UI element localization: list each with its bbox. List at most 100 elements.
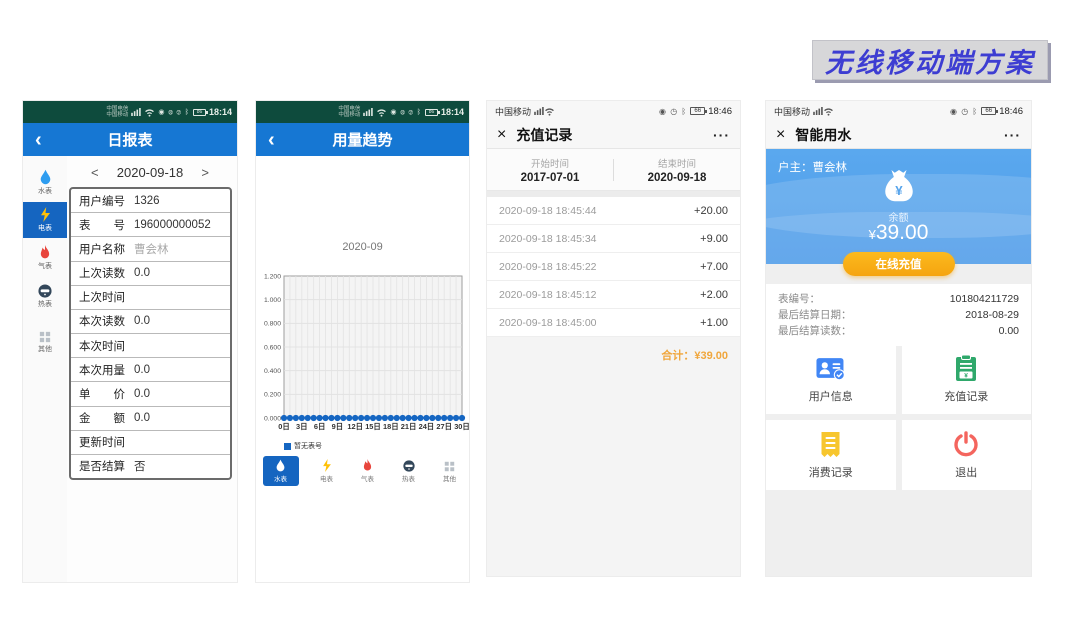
sidebar-item-gas[interactable]: 气表	[23, 240, 67, 276]
row-label: 表 号	[79, 217, 125, 233]
tile-label: 消费记录	[809, 464, 853, 480]
table-row: 用户编号1326	[71, 189, 230, 213]
online-recharge-button[interactable]: 在线充值	[843, 252, 955, 276]
sidebar-item-water[interactable]: 水表	[23, 164, 67, 200]
carrier-2: 中国移动	[106, 112, 128, 118]
wifi-icon	[823, 107, 834, 116]
tab-electric[interactable]: 电表	[314, 456, 340, 486]
start-date-label: 开始时间	[531, 156, 569, 170]
signal-icon	[131, 108, 141, 116]
row-value: 196000000052	[134, 219, 211, 231]
info-label: 表编号：	[778, 291, 820, 307]
svg-text:0.800: 0.800	[264, 321, 281, 328]
total-value: ¥39.00	[694, 350, 728, 362]
tile-label: 充值记录	[944, 388, 988, 404]
tile-recharge-records[interactable]: ¥ 充值记录	[902, 344, 1032, 414]
balance-card: 户主：曹会林 ¥ 余额 ¥39.00	[766, 149, 1031, 264]
record-row: 2020-09-18 18:45:44+20.00	[487, 197, 740, 225]
record-time: 2020-09-18 18:45:22	[499, 261, 597, 273]
table-row: 表 号 196000000052	[71, 213, 230, 237]
tile-exit[interactable]: 退出	[902, 420, 1032, 490]
tab-water[interactable]: 水表	[263, 456, 299, 486]
record-amount: +20.00	[694, 205, 728, 217]
record-row: 2020-09-18 18:45:22+7.00	[487, 253, 740, 281]
svg-text:15日: 15日	[365, 422, 381, 431]
tile-consumption-records[interactable]: 消费记录	[766, 420, 896, 490]
table-row: 本次时间	[71, 334, 230, 358]
battery-icon: 66	[690, 107, 705, 115]
svg-text:21日: 21日	[401, 422, 417, 431]
svg-text:6日: 6日	[314, 422, 326, 431]
records-footer: 合计：¥39.00	[487, 337, 740, 552]
balance-amount: 39.00	[876, 221, 929, 244]
tile-user-info[interactable]: 用户信息	[766, 344, 896, 414]
signal-icon	[363, 108, 373, 116]
close-icon[interactable]: ×	[776, 123, 785, 147]
end-date-label: 结束时间	[658, 156, 696, 170]
tab-heat[interactable]: 热表	[396, 457, 422, 486]
total-label: 合计：	[661, 350, 694, 362]
status-time: 18:14	[209, 107, 232, 117]
heat-meter-icon	[38, 284, 52, 298]
signal-icon	[813, 107, 823, 115]
tab-other[interactable]: 其他	[437, 458, 463, 486]
row-value: 0.0	[134, 315, 150, 327]
carrier-labels: 中国电信 中国移动	[106, 106, 128, 118]
sidebar-label: 电表	[38, 223, 52, 233]
table-row: 上次读数0.0	[71, 262, 230, 286]
app-header: ‹ 用量趋势	[256, 123, 469, 156]
svg-text:0.200: 0.200	[264, 392, 281, 399]
carrier-labels: 中国电信 中国移动	[338, 106, 360, 118]
next-date-button[interactable]: >	[197, 165, 213, 180]
battery-icon: 86	[425, 109, 438, 116]
svg-text:0日: 0日	[278, 422, 290, 431]
prev-date-button[interactable]: <	[87, 165, 103, 180]
row-label: 用户名称	[79, 241, 125, 257]
row-value: 0.0	[134, 412, 150, 424]
money-bag-wrap: ¥	[766, 169, 1031, 205]
trend-body: 2020-09 0.0000.2000.4000.6000.8001.0001.…	[256, 156, 469, 583]
record-amount: +1.00	[700, 317, 728, 329]
yen-sign: ¥	[869, 227, 876, 242]
meter-type-tabs: 水表 电表 气表 热表 其他	[256, 456, 469, 486]
table-row: 更新时间	[71, 431, 230, 455]
info-label: 最后结算日期：	[778, 307, 852, 323]
slide-title: 无线移动端方案	[825, 41, 1035, 80]
svg-text:3日: 3日	[296, 422, 308, 431]
water-drop-icon	[39, 169, 52, 185]
sidebar-item-electric[interactable]: 电表	[23, 202, 67, 238]
sidebar-item-other[interactable]: 其他	[23, 324, 67, 360]
carrier-2: 中国移动	[338, 112, 360, 118]
legend-swatch	[284, 443, 291, 450]
tile-label: 用户信息	[809, 388, 853, 404]
more-menu-icon[interactable]: ···	[1004, 127, 1021, 143]
row-value: 0.0	[134, 388, 150, 400]
app-header: × 智能用水 ···	[766, 121, 1031, 149]
row-value: 0.0	[134, 364, 150, 376]
record-time: 2020-09-18 18:45:00	[499, 317, 597, 329]
current-date[interactable]: 2020-09-18	[117, 165, 184, 180]
chart-legend: 暂无表号	[284, 441, 322, 451]
row-value: 1326	[134, 195, 160, 207]
user-info-icon	[815, 355, 847, 382]
sidebar-item-heat[interactable]: 热表	[23, 278, 67, 314]
record-time: 2020-09-18 18:45:34	[499, 233, 597, 245]
table-row: 是否结算否	[71, 455, 230, 478]
report-body: 水表 电表 气表 热表 其他	[23, 156, 237, 583]
heat-meter-icon	[403, 460, 415, 472]
close-icon[interactable]: ×	[497, 123, 506, 147]
row-label: 金 额	[79, 410, 125, 426]
tab-gas[interactable]: 气表	[355, 456, 381, 486]
end-date-filter[interactable]: 结束时间 2020-09-18	[614, 149, 740, 190]
balance-value: ¥39.00	[766, 221, 1031, 245]
more-menu-icon[interactable]: ···	[713, 127, 730, 143]
flame-icon	[362, 459, 373, 472]
signal-icon	[534, 107, 544, 115]
power-exit-icon	[952, 430, 980, 458]
svg-text:0.600: 0.600	[264, 344, 281, 351]
start-date-filter[interactable]: 开始时间 2017-07-01	[487, 149, 613, 190]
page-title: 充值记录	[516, 125, 572, 145]
phone-recharge-records: 中国移动 ◉ ◷ ᛒ 66 18:46 × 充值记录 ··· 开始时间 2017…	[486, 100, 741, 577]
presentation-canvas: 无线移动端方案 中国电信 中国移动 ◉ Ⓝ Ⓥ ᛒ 86 18:14 ‹ 日报表…	[0, 0, 1066, 640]
info-row: 最后结算读数：0.00	[778, 323, 1019, 339]
